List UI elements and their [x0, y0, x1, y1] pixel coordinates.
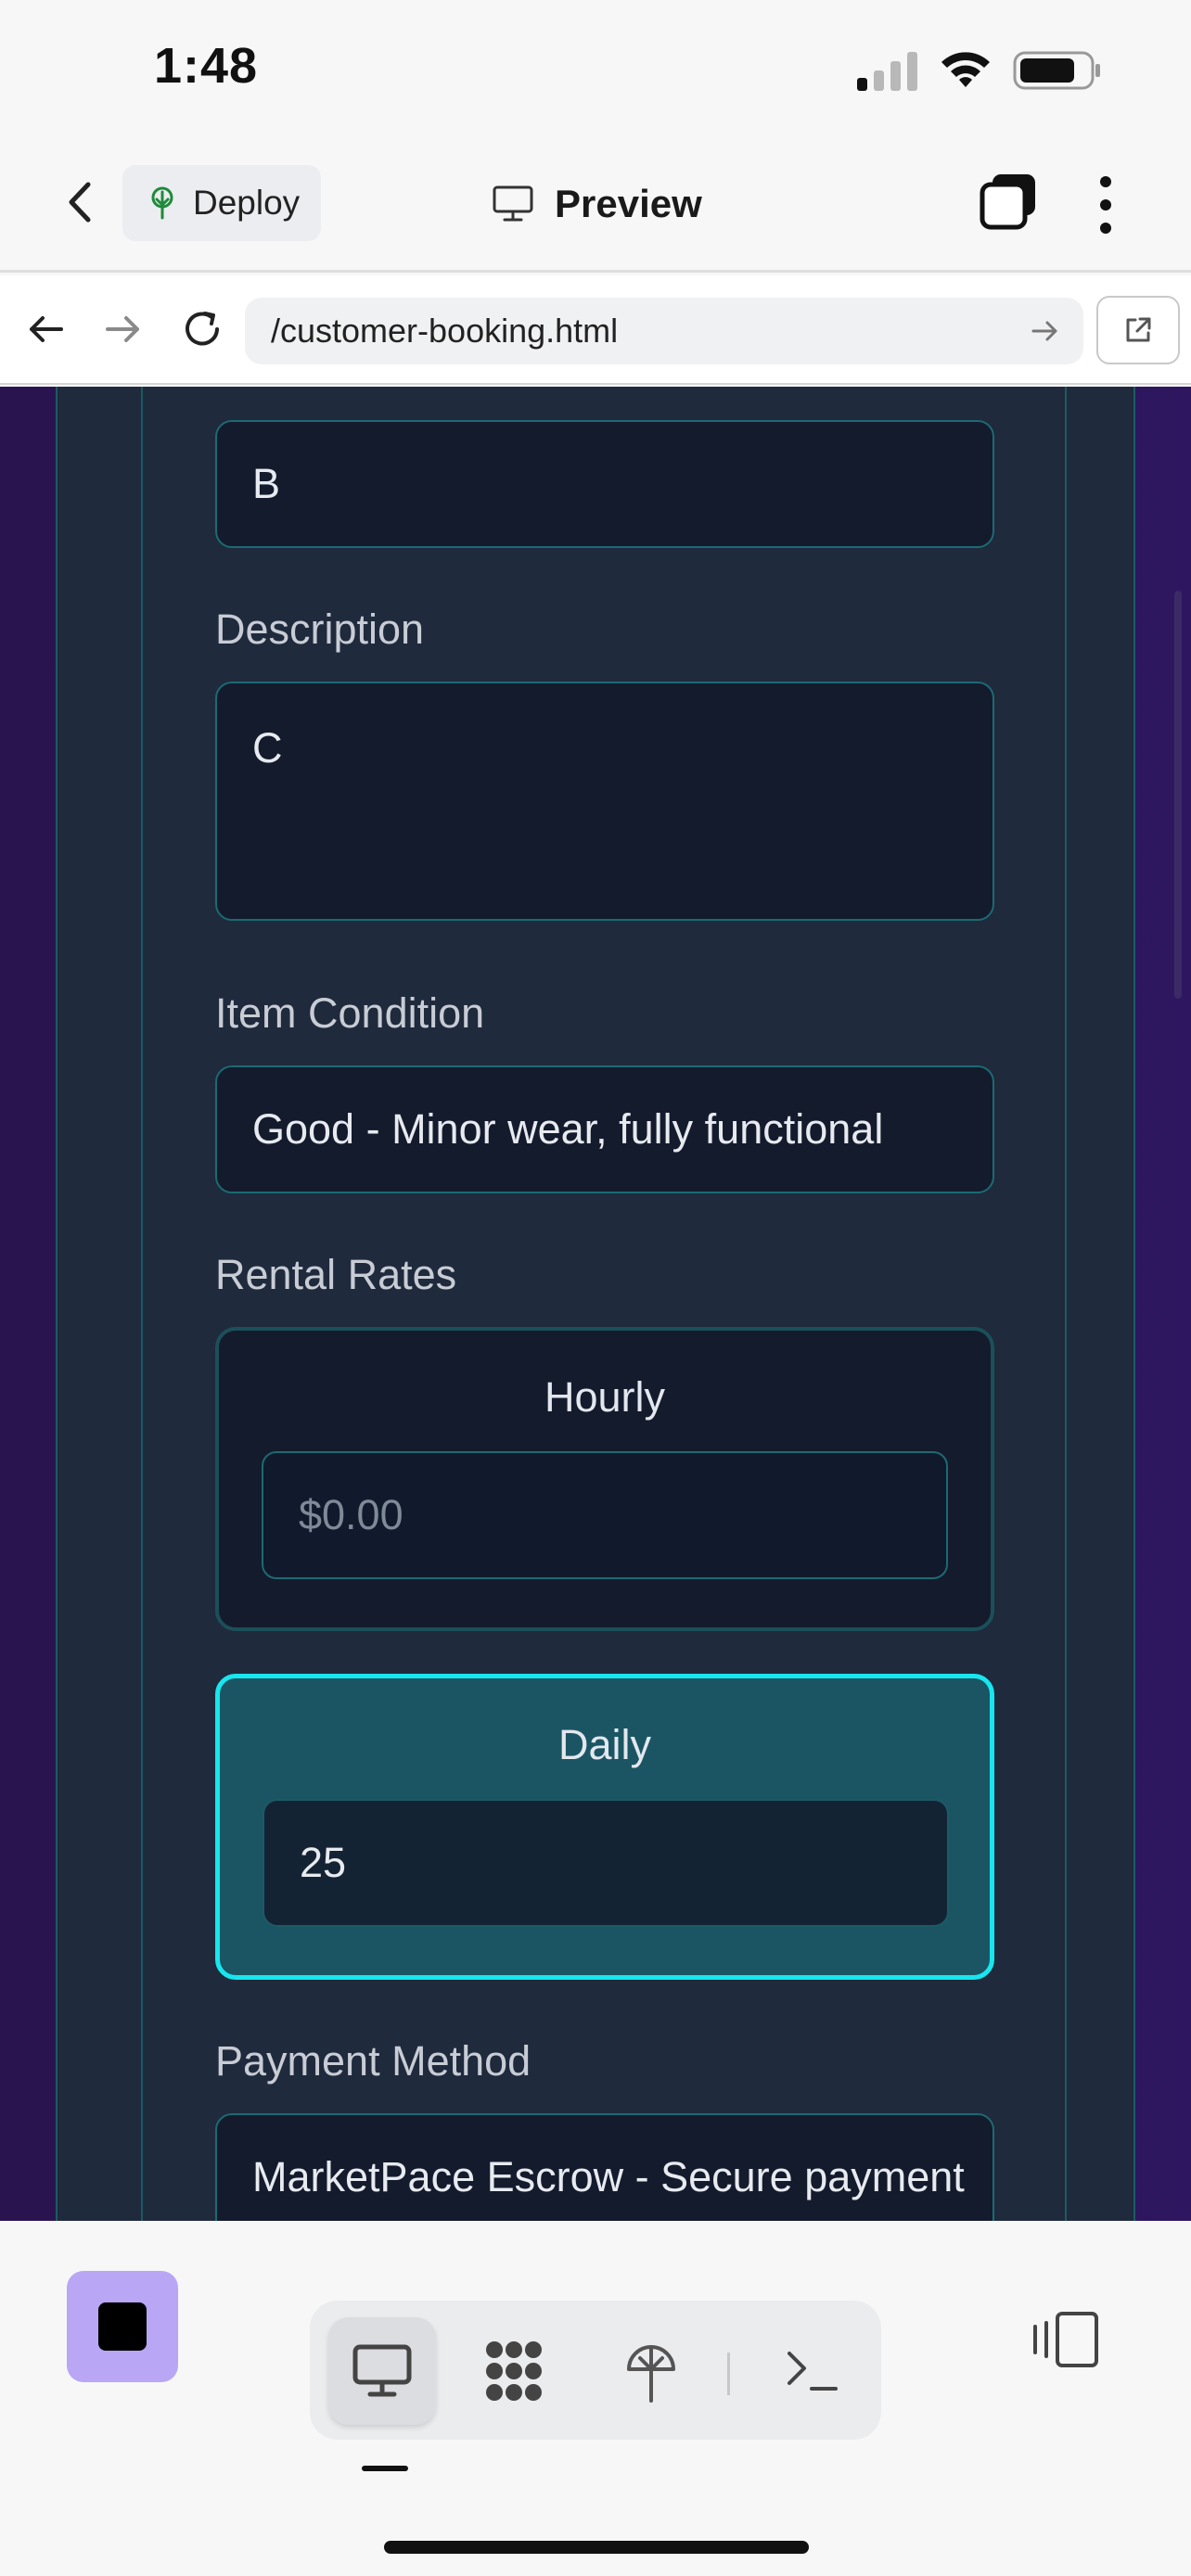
monitor-icon: [493, 185, 533, 222]
terminal-tab[interactable]: [759, 2317, 866, 2425]
web-preview: B Description C Item Condition Good - Mi…: [0, 387, 1191, 2221]
scrollbar[interactable]: [1174, 591, 1182, 999]
battery-icon: [1013, 51, 1100, 90]
desktop-preview-tab[interactable]: [328, 2317, 436, 2425]
deploy-label: Deploy: [193, 184, 301, 222]
wifi-icon: [941, 52, 990, 87]
ai-agent-icon: [486, 2341, 542, 2401]
clock: 1:48: [154, 38, 259, 94]
open-external-button[interactable]: [1096, 296, 1180, 364]
more-options-icon[interactable]: [1087, 172, 1124, 237]
preview-label: Preview: [555, 182, 702, 225]
status-bar: 1:48: [0, 0, 1191, 139]
rental-rates-label: Rental Rates: [215, 1251, 457, 1298]
deploy-tree-icon: [151, 186, 173, 220]
back-button[interactable]: [52, 174, 108, 230]
item-condition-label: Item Condition: [215, 989, 485, 1037]
toolbar-divider: [727, 2353, 730, 2395]
title-input[interactable]: B: [215, 420, 994, 548]
terminal-icon: [788, 2352, 838, 2391]
daily-rate-option[interactable]: Daily 25: [215, 1674, 994, 1980]
app-header: Deploy Preview: [0, 139, 1191, 273]
stop-button[interactable]: [67, 2271, 178, 2382]
hourly-label: Hourly: [544, 1373, 666, 1421]
url-input[interactable]: /customer-booking.html: [245, 298, 1083, 364]
deploy-tab[interactable]: [597, 2317, 705, 2425]
description-label: Description: [215, 606, 425, 653]
url-text: /customer-booking.html: [271, 312, 619, 350]
deploy-icon: [627, 2345, 675, 2403]
hourly-rate-input[interactable]: $0.00: [262, 1451, 948, 1579]
reload-icon[interactable]: [174, 301, 230, 357]
preview-title: Preview: [492, 176, 702, 232]
bottom-toolbar: [0, 2258, 1191, 2576]
hourly-rate-option[interactable]: Hourly $0.00: [215, 1327, 994, 1631]
stop-icon: [98, 2302, 147, 2351]
external-link-icon: [1126, 317, 1151, 342]
daily-label: Daily: [557, 1721, 652, 1768]
description-textarea[interactable]: C: [215, 682, 994, 921]
payment-method-label: Payment Method: [215, 2037, 531, 2085]
cellular-signal-icon: [857, 52, 917, 91]
ai-agent-tab[interactable]: [460, 2317, 568, 2425]
desktop-preview-icon: [352, 2344, 412, 2397]
deploy-button[interactable]: Deploy: [122, 165, 321, 241]
tabs-switcher-icon[interactable]: [980, 172, 1037, 230]
home-indicator: [384, 2541, 809, 2554]
daily-rate-input[interactable]: 25: [263, 1799, 949, 1927]
arrow-right-icon[interactable]: [96, 303, 148, 355]
layout-toggle-icon[interactable]: [1030, 2302, 1104, 2377]
payment-method-select[interactable]: MarketPace Escrow - Secure payment: [215, 2113, 994, 2221]
item-condition-select[interactable]: Good - Minor wear, fully functional: [215, 1065, 994, 1193]
active-tab-indicator: [362, 2466, 408, 2471]
chevron-left-icon: [69, 182, 91, 223]
browser-url-bar: /customer-booking.html: [0, 275, 1191, 385]
arrow-left-icon[interactable]: [20, 303, 72, 355]
view-switcher: [310, 2301, 881, 2440]
go-arrow-icon[interactable]: [1028, 314, 1061, 348]
